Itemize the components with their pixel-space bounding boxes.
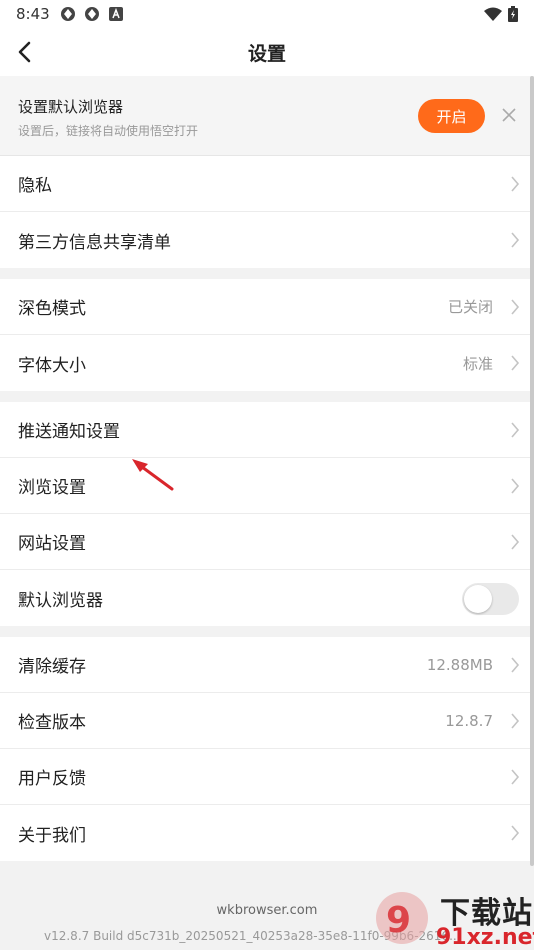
chevron-right-icon — [511, 657, 520, 673]
settings-item-label: 深色模式 — [18, 299, 86, 319]
settings-group-about: 清除缓存 12.88MB 检查版本 12.8.7 用户反馈 关于我们 — [0, 637, 534, 861]
svg-text:9: 9 — [386, 900, 411, 941]
wifi-icon — [484, 7, 502, 21]
settings-item-clear-cache[interactable]: 清除缓存 12.88MB — [0, 637, 534, 693]
settings-item-label: 网站设置 — [18, 534, 86, 554]
page-title: 设置 — [247, 42, 286, 65]
banner-subtitle: 设置后，链接将自动使用悟空打开 — [18, 124, 199, 138]
settings-item-label: 检查版本 — [18, 713, 86, 733]
chevron-right-icon — [511, 478, 520, 494]
chevron-right-icon — [511, 355, 520, 371]
chevron-right-icon — [511, 176, 520, 192]
settings-item-label: 用户反馈 — [18, 769, 86, 789]
settings-item-value: 12.8.7 — [445, 711, 493, 730]
battery-icon — [508, 6, 518, 22]
enable-button[interactable]: 开启 — [418, 99, 485, 133]
chevron-right-icon — [511, 299, 520, 315]
settings-group-display: 深色模式 已关闭 字体大小 标准 — [0, 279, 534, 391]
settings-item-label: 浏览设置 — [18, 478, 86, 498]
settings-item-label: 清除缓存 — [18, 657, 86, 677]
settings-item-site-settings[interactable]: 网站设置 — [0, 514, 534, 570]
settings-item-font-size[interactable]: 字体大小 标准 — [0, 335, 534, 391]
settings-item-privacy[interactable]: 隐私 — [0, 156, 534, 212]
status-time: 8:43 — [16, 5, 50, 23]
scrollbar[interactable] — [530, 76, 534, 866]
default-browser-banner: 设置默认浏览器 设置后，链接将自动使用悟空打开 开启 — [0, 76, 534, 156]
settings-item-label: 默认浏览器 — [18, 590, 103, 611]
settings-item-push-notifications[interactable]: 推送通知设置 — [0, 402, 534, 458]
default-browser-toggle[interactable] — [462, 583, 519, 615]
settings-item-label: 第三方信息共享清单 — [18, 232, 171, 253]
settings-group-browsing: 推送通知设置 浏览设置 网站设置 默认浏览器 — [0, 402, 534, 626]
back-arrow-icon[interactable] — [12, 38, 40, 66]
settings-group-privacy: 隐私 第三方信息共享清单 — [0, 156, 534, 268]
settings-item-value: 已关闭 — [447, 298, 493, 316]
settings-item-value: 标准 — [462, 354, 493, 373]
app-notification-icon — [60, 7, 75, 21]
settings-item-feedback[interactable]: 用户反馈 — [0, 749, 534, 805]
chevron-right-icon — [511, 232, 520, 248]
settings-item-value: 12.88MB — [426, 655, 493, 674]
settings-item-about-us[interactable]: 关于我们 — [0, 805, 534, 861]
chevron-right-icon — [511, 713, 520, 729]
settings-item-dark-mode[interactable]: 深色模式 已关闭 — [0, 279, 534, 335]
settings-item-label: 隐私 — [18, 176, 52, 196]
app-notification-icon — [84, 7, 99, 21]
chevron-right-icon — [511, 769, 520, 785]
close-icon[interactable] — [500, 106, 518, 124]
settings-item-default-browser: 默认浏览器 — [0, 570, 534, 626]
settings-item-browsing-settings[interactable]: 浏览设置 — [0, 458, 534, 514]
chevron-right-icon — [511, 825, 520, 841]
chevron-right-icon — [511, 534, 520, 550]
annotation-arrow-icon — [132, 459, 174, 491]
font-notification-icon — [108, 7, 123, 21]
settings-item-label: 关于我们 — [18, 825, 86, 846]
settings-item-third-party-sharing[interactable]: 第三方信息共享清单 — [0, 212, 534, 268]
title-bar: 设置 — [0, 28, 534, 76]
watermark-url: 91xz.net — [436, 925, 534, 950]
chevron-right-icon — [511, 422, 520, 438]
status-bar: 8:43 — [0, 0, 534, 28]
toggle-knob — [464, 585, 492, 613]
settings-item-label: 字体大小 — [18, 355, 86, 376]
settings-item-check-version[interactable]: 检查版本 12.8.7 — [0, 693, 534, 749]
banner-title: 设置默认浏览器 — [18, 98, 124, 116]
settings-item-label: 推送通知设置 — [18, 422, 120, 442]
